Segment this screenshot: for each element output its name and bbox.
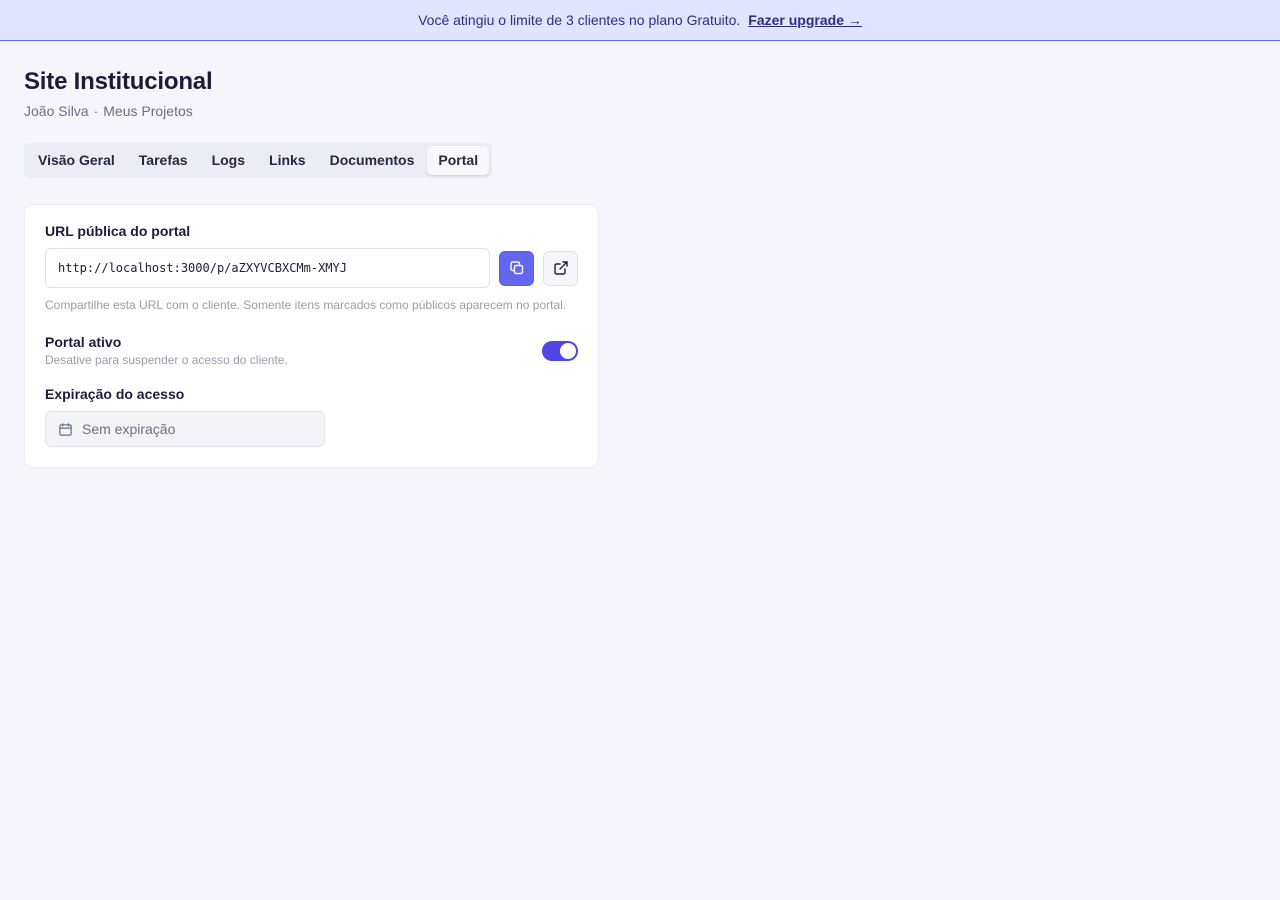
portal-active-text: Portal ativo Desative para suspender o a…	[45, 334, 288, 367]
page-content: Site Institucional João Silva · Meus Pro…	[0, 41, 1280, 468]
expiry-date-picker[interactable]: Sem expiração	[45, 411, 325, 447]
portal-active-description: Desative para suspender o acesso do clie…	[45, 353, 288, 367]
upgrade-banner: Você atingiu o limite de 3 clientes no p…	[0, 0, 1280, 41]
tab-logs[interactable]: Logs	[201, 146, 256, 175]
breadcrumb-separator: ·	[93, 103, 99, 119]
expiry-label: Expiração do acesso	[45, 386, 185, 402]
copy-icon	[509, 260, 525, 276]
project-tabs: Visão Geral Tarefas Logs Links Documento…	[24, 143, 493, 178]
portal-url-row	[45, 248, 579, 288]
banner-message: Você atingiu o limite de 3 clientes no p…	[418, 12, 741, 28]
calendar-icon	[58, 422, 73, 437]
tab-links[interactable]: Links	[258, 146, 317, 175]
expiry-value: Sem expiração	[82, 421, 176, 437]
copy-url-button[interactable]	[499, 250, 535, 286]
expiry-section: Expiração do acesso Sem expiração	[45, 386, 578, 447]
portal-url-input[interactable]	[45, 248, 491, 288]
toggle-knob	[560, 342, 576, 359]
tab-documentos[interactable]: Documentos	[319, 146, 426, 175]
portal-active-toggle[interactable]	[542, 340, 578, 361]
breadcrumb: João Silva · Meus Projetos	[24, 103, 1256, 119]
portal-url-label: URL pública do portal	[45, 223, 191, 239]
tab-portal[interactable]: Portal	[427, 146, 490, 175]
tab-tarefas[interactable]: Tarefas	[128, 146, 199, 175]
external-link-icon	[553, 260, 569, 276]
breadcrumb-client[interactable]: João Silva	[24, 103, 89, 119]
portal-settings-card: URL pública do portal http://localhost:3…	[24, 204, 599, 468]
portal-active-row: Portal ativo Desative para suspender o a…	[45, 334, 578, 367]
upgrade-link[interactable]: Fazer upgrade →	[748, 12, 862, 28]
page-title: Site Institucional	[24, 68, 213, 95]
portal-url-help: Compartilhe esta URL com o cliente. Some…	[45, 298, 567, 312]
open-portal-button[interactable]	[543, 250, 579, 286]
portal-active-label: Portal ativo	[45, 334, 122, 350]
tab-visao-geral[interactable]: Visão Geral	[27, 146, 126, 175]
breadcrumb-section[interactable]: Meus Projetos	[103, 103, 192, 119]
